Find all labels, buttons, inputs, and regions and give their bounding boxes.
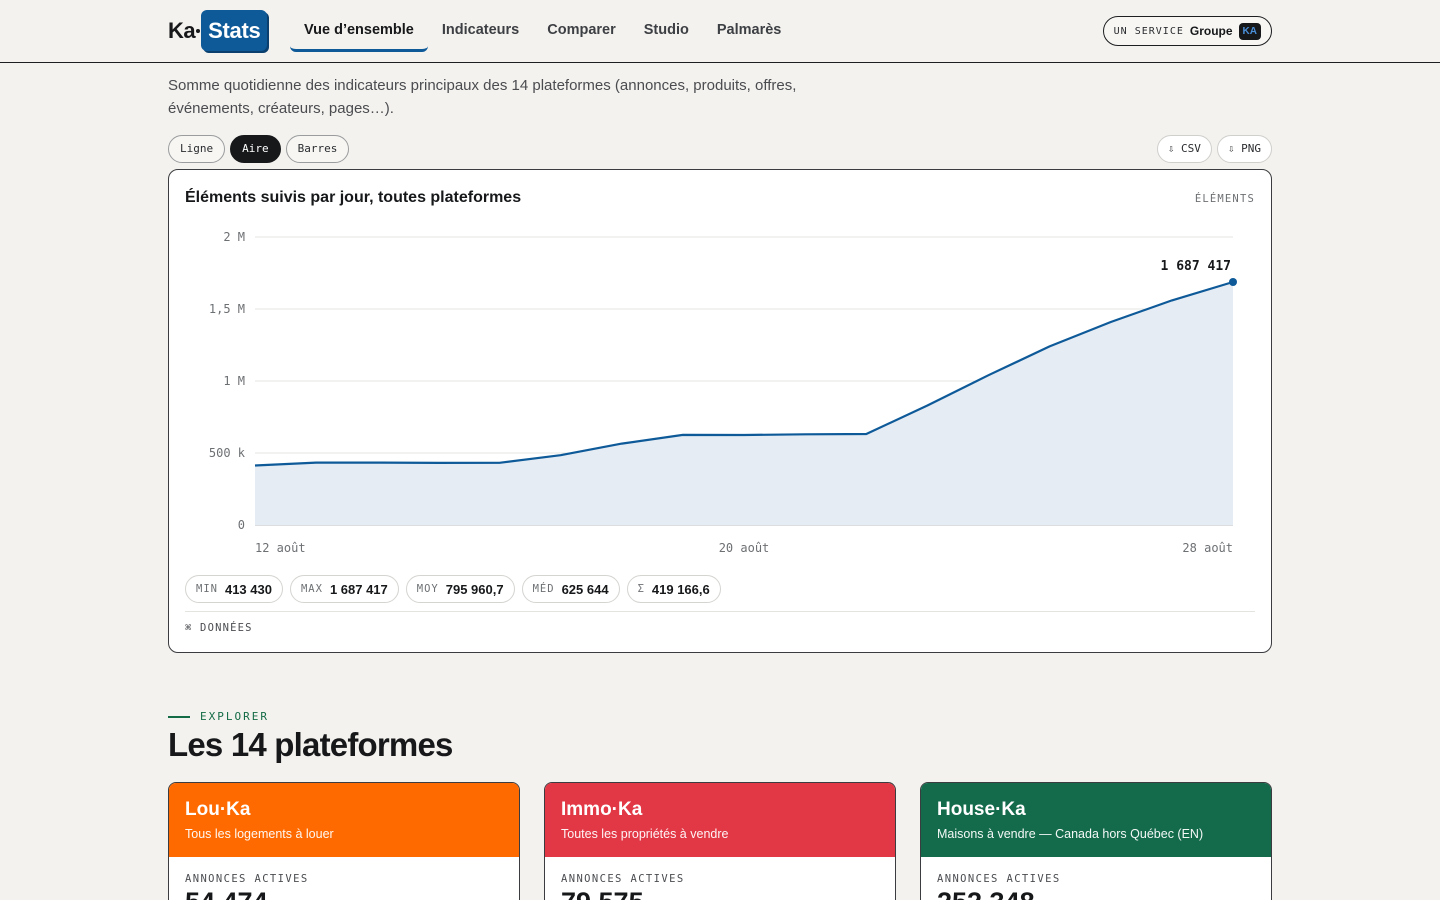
platform-subtitle: Toutes les propriétés à vendre xyxy=(561,827,729,841)
stat-min: MIN 413 430 xyxy=(185,575,283,603)
chart-stats: MIN 413 430 MAX 1 687 417 MOY 795 960,7 MÉD… xyxy=(185,575,721,603)
stat-sum: Σ 419 166,6 xyxy=(626,575,721,603)
platform-name: Lou·Ka xyxy=(185,799,251,820)
y-tick-label: 1 M xyxy=(223,374,245,388)
eyebrow-rule xyxy=(168,715,190,718)
nav-item-palmares[interactable]: Palmarès xyxy=(703,10,796,52)
logo-dot xyxy=(196,28,201,33)
y-tick-label: 500 k xyxy=(209,446,246,460)
stat-key: MIN xyxy=(196,583,218,595)
chart-type-toggle: Ligne Aire Barres xyxy=(168,135,350,163)
platform-metric-label: ANNONCES ACTIVES xyxy=(561,873,685,885)
groupe-ka-service-link[interactable]: UN SERVICE Groupe KA xyxy=(1102,16,1272,46)
service-label: UN SERVICE xyxy=(1113,25,1184,37)
stat-value: 795 960,7 xyxy=(445,581,504,597)
explore-eyebrow: EXPLORER xyxy=(168,710,269,723)
platform-metric-value: 79 575 xyxy=(561,887,644,900)
chart-card: 0 500 k 1 M 1,5 M 2 M 12 août 20 août 28 août 1 … xyxy=(168,169,1272,653)
chart-type-area-button[interactable]: Aire xyxy=(230,135,281,163)
card-divider xyxy=(185,611,1255,612)
y-tick-label: 0 xyxy=(238,518,245,532)
series-area xyxy=(255,282,1233,525)
overview-description: Somme quotidienne des indicateurs princi… xyxy=(168,77,797,117)
x-tick-label: 20 août xyxy=(719,541,770,555)
chart-unit-label: ÉLÉMENTS xyxy=(1194,193,1255,205)
stat-key: MÉD xyxy=(532,583,555,595)
stat-key: MAX xyxy=(300,583,323,595)
stat-mean: MOY 795 960,7 xyxy=(405,575,515,603)
platform-name: House·Ka xyxy=(937,799,1026,820)
platform-card-immoka[interactable]: Immo·Ka Toutes les propriétés à vendre A… xyxy=(544,782,896,900)
last-value-label: 1 687 417 xyxy=(1161,259,1231,274)
stat-key: MOY xyxy=(416,583,439,595)
platform-card-houseka[interactable]: House·Ka Maisons à vendre — Canada hors … xyxy=(920,782,1272,900)
y-tick-label: 1,5 M xyxy=(209,302,245,316)
export-csv-button[interactable]: ⇩ CSV xyxy=(1156,135,1212,163)
platform-name: Immo·Ka xyxy=(561,799,643,820)
top-bar: Ka Stats Vue d’ensemble Indicateurs Comp… xyxy=(0,0,1440,63)
platform-card-header: House·Ka Maisons à vendre — Canada hors … xyxy=(921,783,1271,857)
nav-item-studio[interactable]: Studio xyxy=(630,10,703,52)
stat-median: MÉD 625 644 xyxy=(521,575,620,603)
chart-type-line-button[interactable]: Ligne xyxy=(168,135,226,163)
platform-subtitle: Maisons à vendre — Canada hors Québec (E… xyxy=(937,827,1204,841)
platform-metric-label: ANNONCES ACTIVES xyxy=(937,873,1061,885)
nav-item-comparer[interactable]: Comparer xyxy=(533,10,630,52)
area-chart: 0 500 k 1 M 1,5 M 2 M 12 août 20 août 28 août 1 … xyxy=(209,230,1237,555)
stat-max: MAX 1 687 417 xyxy=(289,575,399,603)
stat-key: Σ xyxy=(637,583,645,595)
last-point-marker xyxy=(1229,278,1237,287)
platforms-section-title: Les 14 plateformes xyxy=(168,726,453,763)
eyebrow-label: EXPLORER xyxy=(200,710,269,723)
platform-card-header: Immo·Ka Toutes les propriétés à vendre xyxy=(545,783,895,857)
logo-stats-badge: Stats xyxy=(201,10,268,51)
nav-item-vue-ensemble[interactable]: Vue d’ensemble xyxy=(290,10,428,52)
service-group-name: Groupe xyxy=(1189,24,1233,38)
x-tick-label: 28 août xyxy=(1182,541,1233,555)
platform-subtitle: Tous les logements à louer xyxy=(185,827,334,841)
data-toggle-link[interactable]: ⌘ DONNÉES xyxy=(185,622,253,634)
platform-metric-label: ANNONCES ACTIVES xyxy=(185,873,309,885)
y-tick-label: 2 M xyxy=(223,230,245,244)
service-ka-badge: KA xyxy=(1238,22,1261,40)
x-tick-label: 12 août xyxy=(255,541,306,555)
platform-card-louka[interactable]: Lou·Ka Tous les logements à louer ANNONC… xyxy=(168,782,520,900)
chart-type-bars-button[interactable]: Barres xyxy=(285,135,350,163)
platform-metric-value: 252 348 xyxy=(937,887,1035,900)
export-buttons: ⇩ CSV ⇩ PNG xyxy=(1156,135,1272,163)
stat-value: 625 644 xyxy=(561,581,609,597)
kastats-logo[interactable]: Ka Stats xyxy=(168,10,268,51)
stat-value: 413 430 xyxy=(224,581,272,597)
nav-item-indicateurs[interactable]: Indicateurs xyxy=(428,10,533,52)
stat-value: 1 687 417 xyxy=(329,581,388,597)
export-png-button[interactable]: ⇩ PNG xyxy=(1216,135,1272,163)
main-nav: Vue d’ensemble Indicateurs Comparer Stud… xyxy=(290,10,795,52)
platform-metric-value: 54 474 xyxy=(185,887,268,900)
logo-ka-text: Ka xyxy=(168,17,196,43)
platform-card-header: Lou·Ka Tous les logements à louer xyxy=(169,783,519,857)
chart-title: Éléments suivis par jour, toutes platefo… xyxy=(185,189,522,206)
stat-value: 419 166,6 xyxy=(651,581,710,597)
